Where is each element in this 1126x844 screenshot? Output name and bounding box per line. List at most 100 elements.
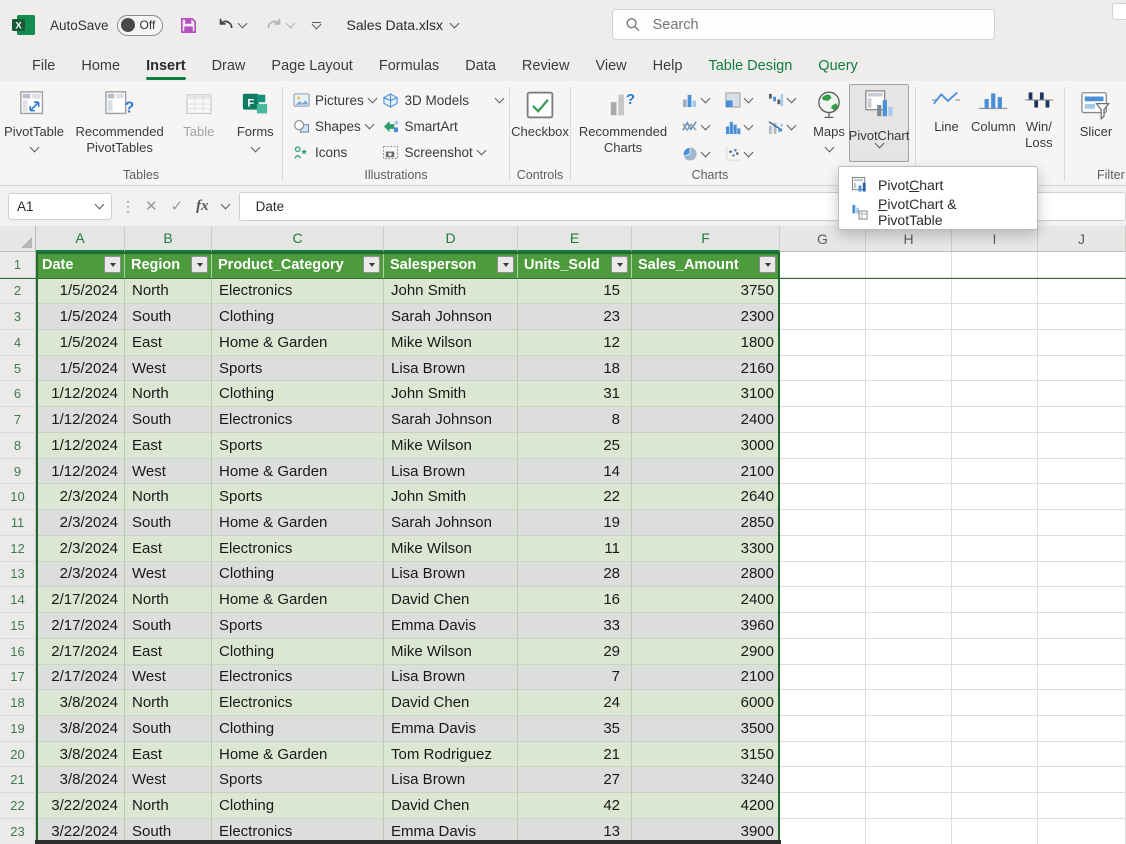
row-header-3[interactable]: 3 xyxy=(0,304,36,330)
cell[interactable]: Sarah Johnson xyxy=(384,304,518,330)
cell[interactable]: West xyxy=(125,562,212,588)
row-header-11[interactable]: 11 xyxy=(0,510,36,536)
cell[interactable]: 2/17/2024 xyxy=(36,613,125,639)
cell[interactable] xyxy=(1038,510,1126,536)
row-header-19[interactable]: 19 xyxy=(0,716,36,742)
cell[interactable]: 2850 xyxy=(632,510,780,536)
cell[interactable]: West xyxy=(125,356,212,382)
recommended-pivottables-button[interactable]: ? Recommended PivotTables xyxy=(70,86,169,157)
cell[interactable] xyxy=(952,510,1038,536)
tab-data[interactable]: Data xyxy=(452,50,509,81)
cell[interactable]: West xyxy=(125,767,212,793)
undo-button[interactable] xyxy=(214,13,248,37)
cell[interactable]: Mike Wilson xyxy=(384,433,518,459)
cell[interactable]: Electronics xyxy=(212,407,384,433)
sparkline-line-button[interactable]: Line xyxy=(926,87,967,152)
cell[interactable]: 3/8/2024 xyxy=(36,767,125,793)
cell[interactable] xyxy=(1038,665,1126,691)
cell[interactable]: 3900 xyxy=(632,819,780,844)
search-box[interactable] xyxy=(612,9,995,40)
filter-button-salesperson[interactable] xyxy=(497,256,514,273)
tab-help[interactable]: Help xyxy=(640,50,696,81)
redo-button[interactable] xyxy=(262,13,296,37)
cell[interactable]: 2/3/2024 xyxy=(36,536,125,562)
select-all-corner[interactable] xyxy=(0,226,36,252)
cell[interactable]: South xyxy=(125,304,212,330)
cell[interactable] xyxy=(952,433,1038,459)
cell[interactable] xyxy=(866,252,952,278)
cell[interactable]: 1/12/2024 xyxy=(36,381,125,407)
cell[interactable] xyxy=(866,742,952,768)
slicer-button[interactable]: Slicer xyxy=(1069,86,1123,140)
cell[interactable]: 6000 xyxy=(632,690,780,716)
cell[interactable] xyxy=(952,639,1038,665)
menu-item-pivotchart[interactable]: PivotChart xyxy=(839,171,1037,198)
cell[interactable]: 25 xyxy=(518,433,632,459)
cell[interactable]: Clothing xyxy=(212,639,384,665)
cell[interactable]: Clothing xyxy=(212,381,384,407)
cell[interactable]: David Chen xyxy=(384,793,518,819)
cell[interactable]: 15 xyxy=(518,279,632,305)
pie-chart-button[interactable] xyxy=(675,142,716,166)
waterfall-chart-button[interactable] xyxy=(761,88,802,112)
cell[interactable]: Electronics xyxy=(212,536,384,562)
filter-button-product-category[interactable] xyxy=(363,256,380,273)
cell[interactable] xyxy=(1038,279,1126,305)
cell[interactable]: 27 xyxy=(518,767,632,793)
tab-view[interactable]: View xyxy=(582,50,639,81)
column-header-c[interactable]: C xyxy=(212,226,384,252)
cell[interactable] xyxy=(780,459,866,485)
tab-insert[interactable]: Insert xyxy=(133,50,199,81)
cell[interactable]: North xyxy=(125,690,212,716)
cell[interactable]: Home & Garden xyxy=(212,459,384,485)
cell[interactable] xyxy=(952,613,1038,639)
pivotchart-ribbon-button[interactable]: PivotChart xyxy=(849,84,909,162)
column-header-j[interactable]: J xyxy=(1038,226,1126,252)
cell[interactable] xyxy=(952,484,1038,510)
cell[interactable]: 3300 xyxy=(632,536,780,562)
cell[interactable] xyxy=(1038,587,1126,613)
row-header-22[interactable]: 22 xyxy=(0,793,36,819)
header-cell-sales-amount[interactable]: Sales_Amount xyxy=(632,252,780,278)
table-button[interactable]: Table xyxy=(171,86,226,140)
cell[interactable]: 3750 xyxy=(632,279,780,305)
save-button[interactable] xyxy=(177,14,200,37)
cell[interactable]: South xyxy=(125,510,212,536)
cell[interactable]: East xyxy=(125,639,212,665)
fx-chevron-icon[interactable] xyxy=(220,200,230,210)
row-header-16[interactable]: 16 xyxy=(0,639,36,665)
cell[interactable] xyxy=(1038,459,1126,485)
cell[interactable]: 14 xyxy=(518,459,632,485)
cell[interactable]: John Smith xyxy=(384,381,518,407)
cell[interactable] xyxy=(952,279,1038,305)
cell[interactable]: North xyxy=(125,793,212,819)
cell[interactable] xyxy=(780,252,866,278)
cell[interactable]: 13 xyxy=(518,819,632,844)
cell[interactable]: 19 xyxy=(518,510,632,536)
cell[interactable]: Sports xyxy=(212,613,384,639)
cell[interactable]: East xyxy=(125,433,212,459)
cell[interactable]: 2900 xyxy=(632,639,780,665)
cell[interactable]: Lisa Brown xyxy=(384,562,518,588)
cell[interactable] xyxy=(1038,562,1126,588)
cell[interactable] xyxy=(1038,407,1126,433)
shapes-button[interactable]: Shapes xyxy=(293,115,376,137)
cell[interactable] xyxy=(866,304,952,330)
cell[interactable]: West xyxy=(125,459,212,485)
autosave-toggle[interactable]: Off xyxy=(117,15,163,36)
header-cell-region[interactable]: Region xyxy=(125,252,212,278)
cell[interactable] xyxy=(1038,356,1126,382)
cell[interactable] xyxy=(866,356,952,382)
tab-draw[interactable]: Draw xyxy=(199,50,259,81)
cell[interactable]: Clothing xyxy=(212,793,384,819)
cell[interactable]: Sarah Johnson xyxy=(384,510,518,536)
cell[interactable] xyxy=(866,433,952,459)
cell[interactable] xyxy=(866,587,952,613)
column-header-e[interactable]: E xyxy=(518,226,632,252)
cell[interactable] xyxy=(1038,793,1126,819)
cell[interactable] xyxy=(866,330,952,356)
search-input[interactable] xyxy=(651,16,982,34)
cell[interactable] xyxy=(1038,330,1126,356)
cell[interactable]: 2300 xyxy=(632,304,780,330)
cell[interactable] xyxy=(1038,742,1126,768)
